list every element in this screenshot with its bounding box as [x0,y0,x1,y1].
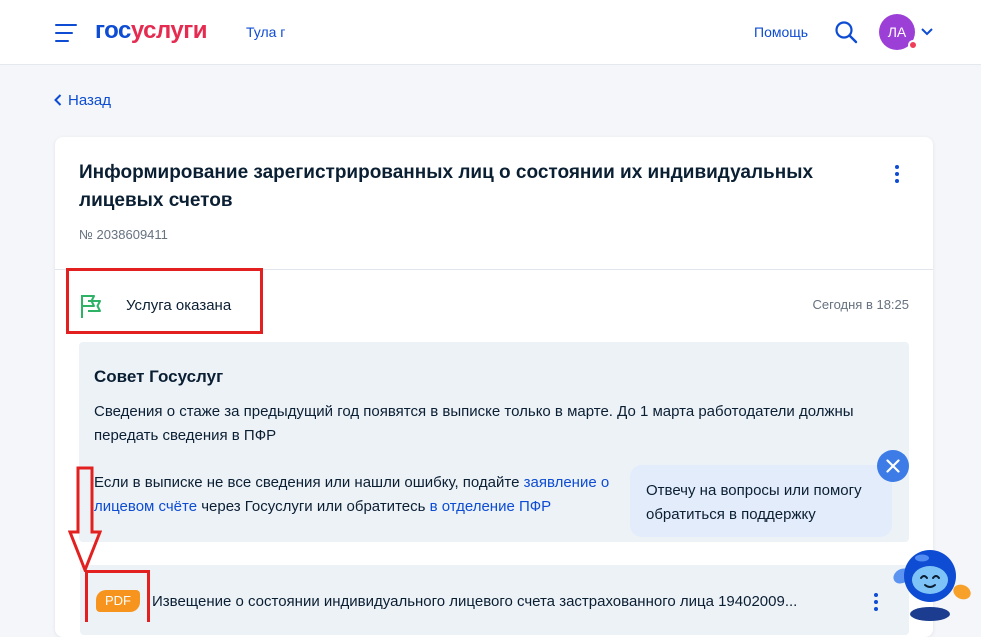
back-link[interactable]: Назад [54,92,111,109]
status-timestamp: Сегодня в 18:25 [812,297,909,312]
help-link[interactable]: Помощь [754,24,808,40]
statement-link-cont[interactable]: лицевом счёте [94,498,197,515]
back-link-label: Назад [68,92,111,109]
chevron-down-icon[interactable] [921,27,933,37]
order-number: № 2038609411 [79,227,168,242]
chevron-left-icon [54,94,62,106]
pfr-office-link[interactable]: в отделение ПФР [430,498,552,515]
menu-icon[interactable] [55,24,77,42]
city-selector[interactable]: Тула г [246,24,285,40]
logo-text-part1: гос [95,17,131,44]
more-vertical-icon[interactable] [873,593,879,613]
assistant-robot-icon[interactable] [890,540,972,622]
file-name-link[interactable]: Извещение о состоянии индивидуального ли… [152,593,844,610]
search-icon[interactable] [834,20,858,44]
annotation-arrow-down [68,466,102,572]
more-vertical-icon[interactable] [894,165,900,185]
annotation-box-pdf [85,570,150,622]
statement-link[interactable]: заявление о [524,474,610,491]
notification-dot [908,40,918,50]
logo-text-part2: услуги [130,17,208,44]
tip-text: Сведения о стаже за предыдущий год появя… [94,403,854,444]
tip-text-part: Если в выписке не все сведения или нашли… [94,474,524,491]
tip-text-part: через Госуслуги или обратитесь [197,498,430,515]
tip-text-links: Если в выписке не все сведения или нашли… [94,471,634,519]
assistant-chat-bubble[interactable]: Отвечу на вопросы или помогу обратиться … [630,465,892,537]
close-icon[interactable] [877,450,909,482]
top-header: госуслуги Тула г Помощь ЛА [0,0,981,65]
assistant-bubble-text: Отвечу на вопросы или помогу обратиться … [646,482,862,523]
page-title: Информирование зарегистрированных лиц о … [79,162,814,211]
tip-title: Совет Госуслуг [94,367,224,386]
order-card: Информирование зарегистрированных лиц о … [55,137,933,637]
gosuslugi-logo[interactable]: госуслуги [95,17,208,45]
annotation-box-status [66,268,263,334]
